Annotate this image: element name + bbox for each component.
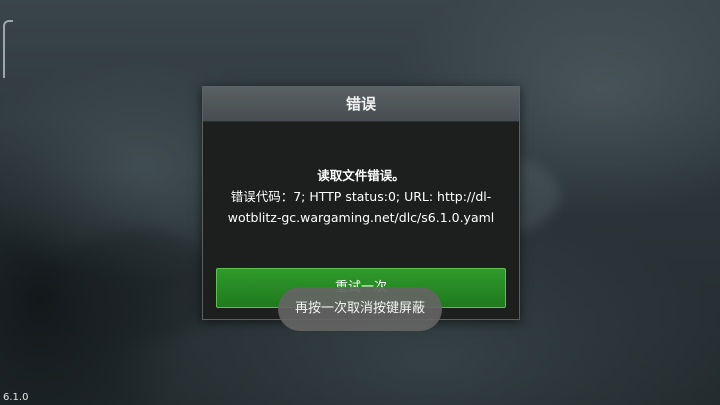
dialog-message: 读取文件错误。 错误代码：7; HTTP status:0; URL: http… bbox=[215, 165, 507, 228]
message-line: 错误代码：7; HTTP status:0; URL: http://dl- bbox=[230, 189, 492, 204]
message-line: wotblitz-gc.wargaming.net/dlc/s6.1.0.yam… bbox=[227, 210, 495, 225]
message-line: 读取文件错误。 bbox=[317, 168, 405, 183]
toast-message: 再按一次取消按键屏蔽 bbox=[278, 287, 442, 331]
side-panel-edge[interactable] bbox=[3, 20, 13, 78]
dialog-title: 错误 bbox=[203, 87, 519, 122]
error-dialog: 错误 读取文件错误。 错误代码：7; HTTP status:0; URL: h… bbox=[202, 86, 520, 320]
background-cloud bbox=[60, 230, 220, 340]
version-label: 6.1.0 bbox=[3, 392, 29, 403]
